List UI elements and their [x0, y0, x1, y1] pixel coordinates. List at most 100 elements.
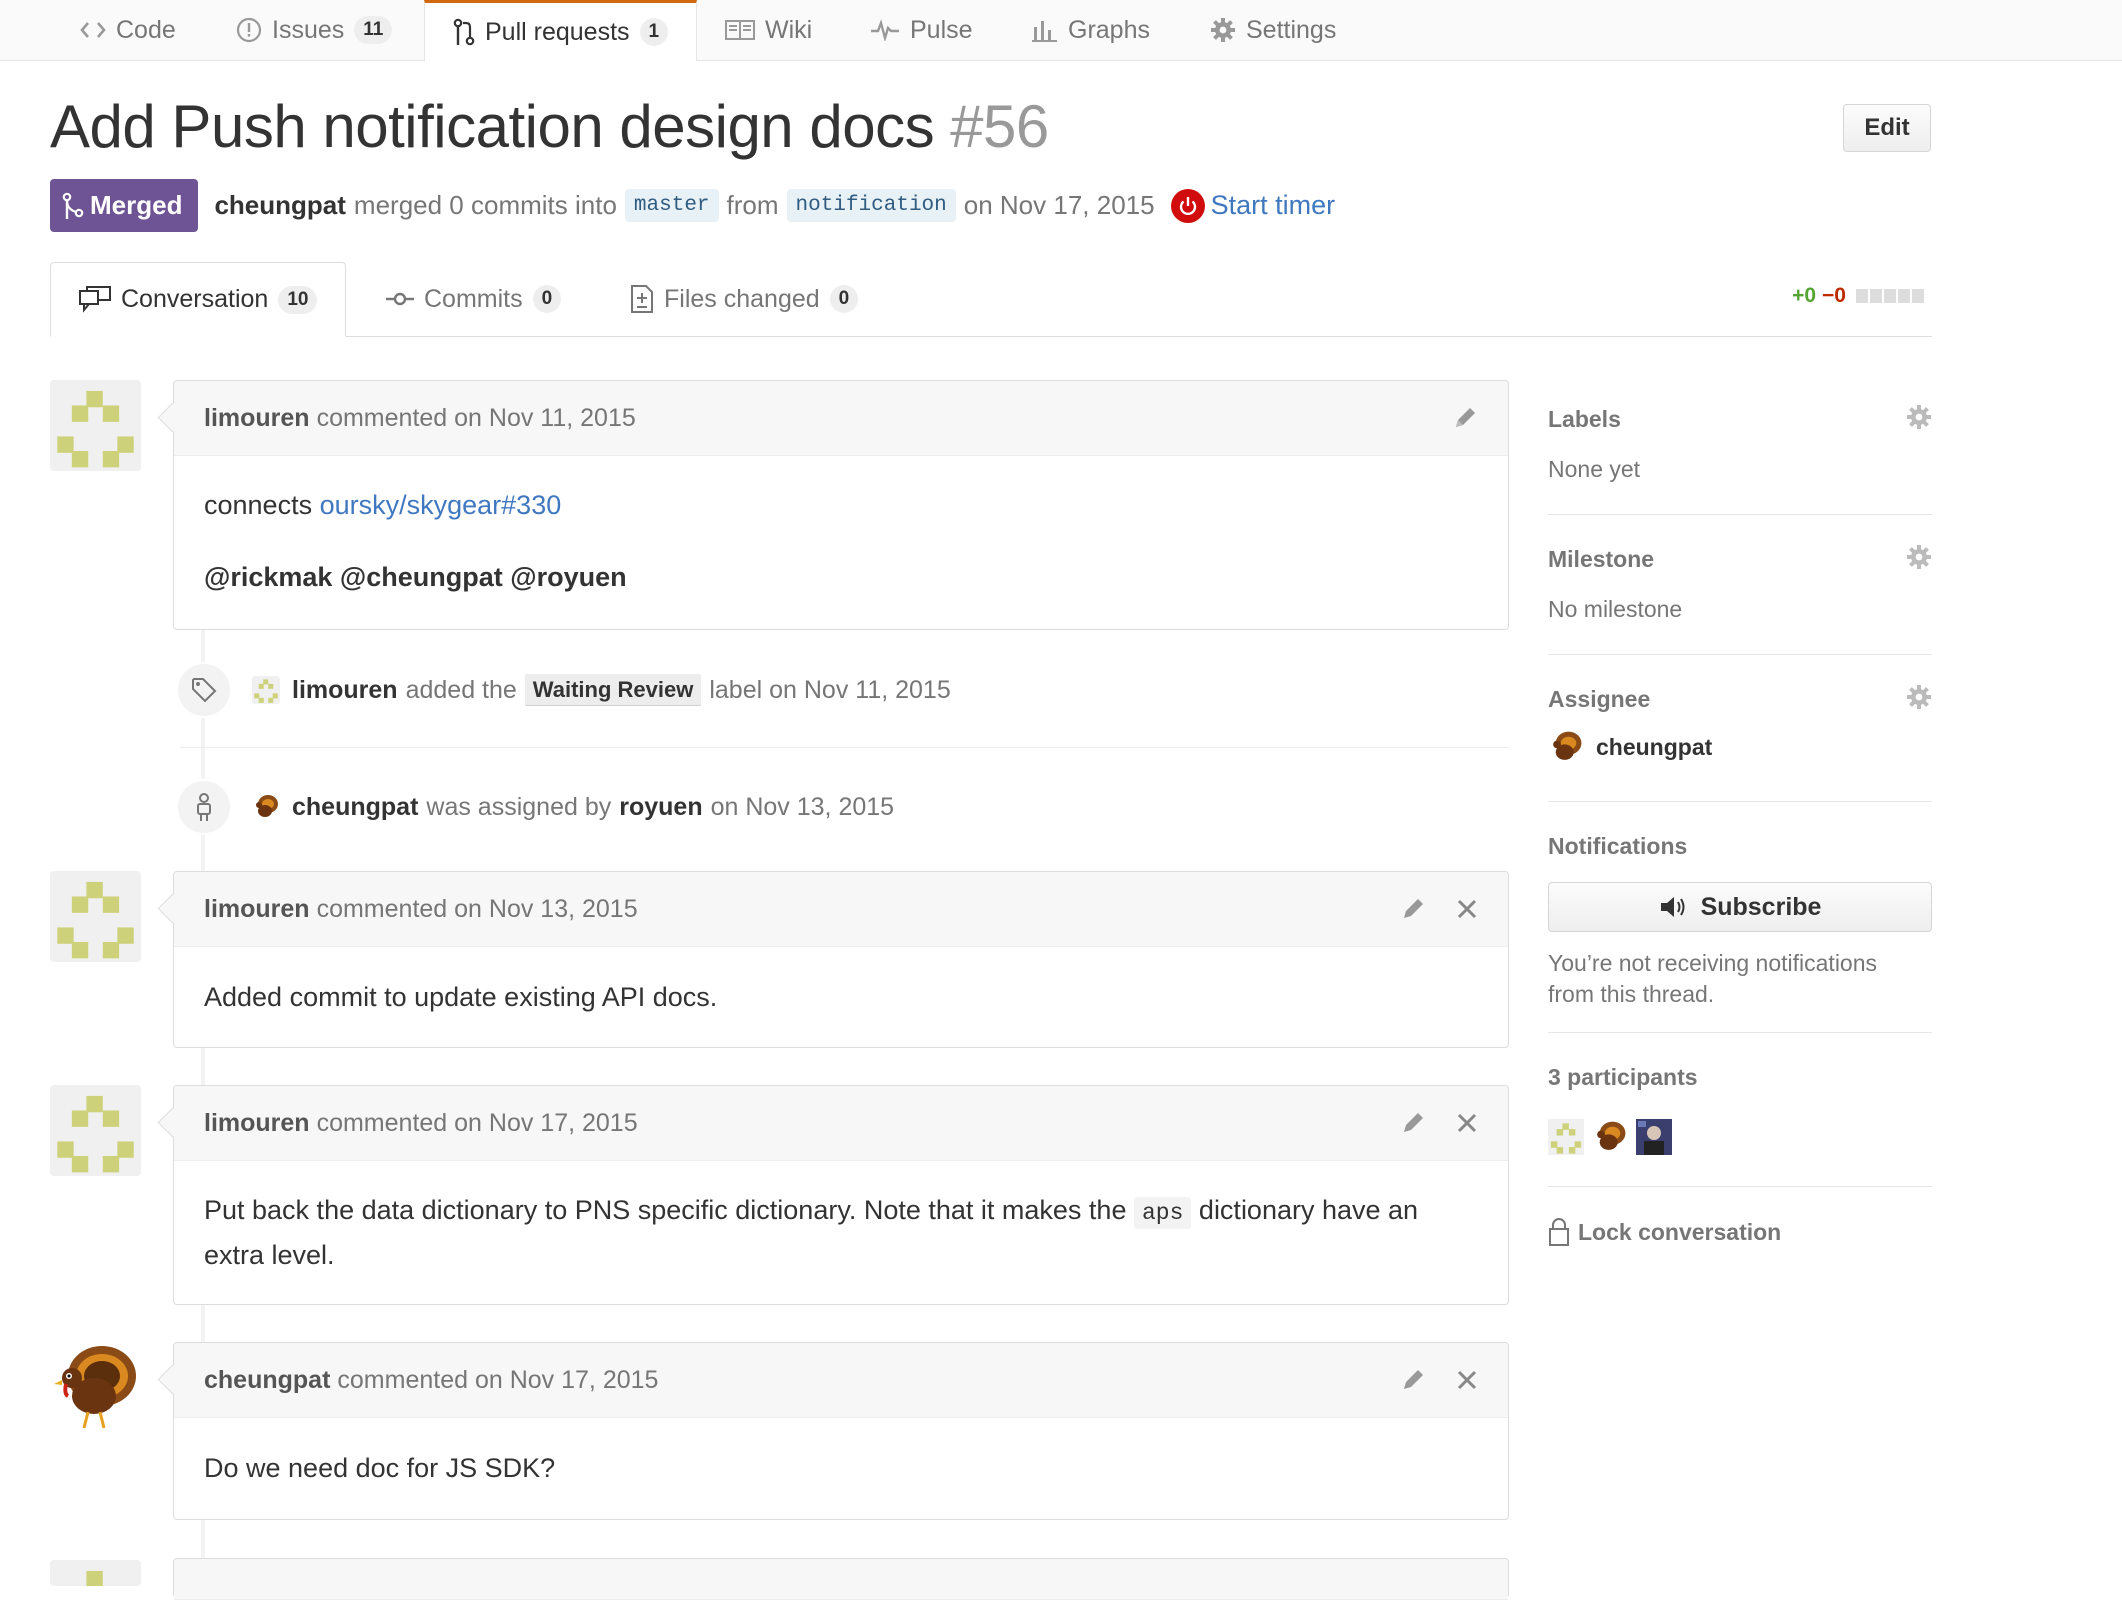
- event-text: label on Nov 11, 2015: [709, 675, 951, 704]
- pencil-icon[interactable]: [1400, 1110, 1426, 1136]
- close-icon[interactable]: [1456, 1112, 1478, 1134]
- avatar[interactable]: [50, 871, 141, 962]
- comment-body: Added commit to update existing API docs…: [174, 947, 1508, 1047]
- comment-timestamp[interactable]: commented on Nov 11, 2015: [317, 404, 636, 433]
- tab-files-changed[interactable]: Files changed 0: [630, 262, 859, 336]
- event-actor[interactable]: cheungpat: [292, 793, 418, 822]
- avatar[interactable]: [50, 380, 141, 471]
- tab-conversation-label: Conversation: [121, 285, 269, 313]
- comment-text: connects: [204, 490, 313, 520]
- comment-text: dictionary have an: [1198, 1195, 1419, 1225]
- merger-link[interactable]: cheungpat: [214, 190, 345, 221]
- pr-number: #56: [950, 93, 1049, 160]
- git-merge-icon: [62, 192, 84, 219]
- waiting-review-label[interactable]: Waiting Review: [524, 674, 702, 706]
- issues-count: 11: [354, 16, 393, 44]
- unmute-icon: [1660, 897, 1685, 917]
- close-icon[interactable]: [1456, 898, 1478, 920]
- divider: [180, 747, 1509, 748]
- commits-count: 0: [532, 285, 562, 313]
- comment-author[interactable]: limouren: [204, 1109, 310, 1138]
- comment-header: limouren commented on Nov 11, 2015: [174, 381, 1508, 456]
- pr-title-text: Add Push notification design docs: [50, 93, 935, 160]
- repo-tab-issues-label: Issues: [272, 15, 345, 44]
- identicon-limouren: [86, 1570, 103, 1586]
- git-commit-icon: [386, 291, 414, 307]
- comment-timestamp[interactable]: commented on Nov 13, 2015: [317, 895, 638, 924]
- base-branch[interactable]: master: [624, 189, 719, 222]
- comment-actions: [1370, 1343, 1478, 1417]
- issue-reference-link[interactable]: oursky/skygear#330: [320, 484, 562, 526]
- lock-icon: [1549, 1218, 1569, 1246]
- avatar[interactable]: [50, 1085, 141, 1176]
- repo-tab-code-label: Code: [116, 15, 176, 44]
- sidebar-lock: Lock conversation: [1548, 1187, 1932, 1277]
- lock-conversation-link[interactable]: Lock conversation: [1548, 1217, 1781, 1247]
- subscribe-label: Subscribe: [1700, 892, 1822, 921]
- pr-tabs: Conversation 10 Commits 0 Files changed …: [50, 262, 1932, 337]
- user-photo-avatar-icon[interactable]: [1636, 1119, 1672, 1155]
- repo-tab-graphs-label: Graphs: [1068, 15, 1150, 44]
- avatar[interactable]: [1548, 1119, 1584, 1155]
- avatar[interactable]: [252, 676, 280, 704]
- timeline-comment: limouren commented on Nov 11, 2015 conne…: [157, 380, 1509, 630]
- inline-code: aps: [1133, 1197, 1192, 1229]
- repo-tab-settings-label: Settings: [1246, 15, 1337, 44]
- repo-tab-code[interactable]: Code: [80, 0, 176, 60]
- mentions[interactable]: @rickmak @cheungpat @royuen: [204, 552, 1478, 602]
- sidebar-participants: 3 participants: [1548, 1033, 1932, 1187]
- tab-commits[interactable]: Commits 0: [386, 262, 562, 336]
- code-icon: [80, 20, 106, 40]
- start-timer-link[interactable]: Start timer: [1211, 190, 1336, 221]
- repo-tab-wiki[interactable]: Wiki: [725, 0, 812, 60]
- head-branch[interactable]: notification: [786, 189, 956, 222]
- comment-text: Do we need doc for JS SDK?: [204, 1453, 556, 1483]
- repo-tab-graphs[interactable]: Graphs: [1030, 0, 1150, 60]
- gear-icon[interactable]: [1906, 684, 1932, 715]
- comment-author[interactable]: cheungpat: [204, 1366, 330, 1395]
- turkey-avatar-icon: [54, 1346, 136, 1429]
- sidebar-labels-heading[interactable]: Labels: [1548, 406, 1621, 433]
- notifications-note-line1: You’re not receiving notifications: [1548, 950, 1878, 976]
- event-actor[interactable]: limouren: [292, 676, 398, 705]
- repo-tab-issues[interactable]: Issues 11: [236, 0, 393, 60]
- comment-author[interactable]: limouren: [204, 404, 310, 433]
- assign-event: cheungpat was assigned by royuen on Nov …: [176, 778, 894, 836]
- repo-tab-pulse[interactable]: Pulse: [870, 0, 973, 60]
- sidebar-milestone-heading[interactable]: Milestone: [1548, 546, 1654, 573]
- comment-timestamp[interactable]: commented on Nov 17, 2015: [317, 1109, 638, 1138]
- tab-commits-label: Commits: [424, 284, 523, 313]
- diffstat-additions: +0: [1792, 284, 1817, 307]
- gear-icon[interactable]: [1906, 544, 1932, 575]
- comment-body: Put back the data dictionary to PNS spec…: [174, 1161, 1508, 1276]
- pencil-icon[interactable]: [1400, 896, 1426, 922]
- repo-tab-pull-requests[interactable]: Pull requests 1: [424, 0, 698, 61]
- event-assigner[interactable]: royuen: [619, 793, 702, 822]
- event-text: on Nov 13, 2015: [710, 792, 895, 821]
- gear-icon[interactable]: [1906, 404, 1932, 435]
- pencil-icon[interactable]: [1452, 405, 1478, 431]
- turkey-avatar-icon[interactable]: [252, 793, 280, 821]
- sidebar-assignee: Assignee cheungpat: [1548, 655, 1932, 802]
- pencil-icon[interactable]: [1400, 1367, 1426, 1393]
- sidebar-participants-heading: 3 participants: [1548, 1064, 1698, 1090]
- sidebar: Labels None yet Milestone No milestone A…: [1548, 380, 1932, 1277]
- comment-author[interactable]: limouren: [204, 895, 310, 924]
- avatar[interactable]: [50, 1340, 141, 1431]
- gear-icon: [1210, 17, 1236, 43]
- repo-tab-settings[interactable]: Settings: [1210, 0, 1336, 60]
- comment-timestamp[interactable]: commented on Nov 17, 2015: [337, 1366, 658, 1395]
- close-icon[interactable]: [1456, 1369, 1478, 1391]
- identicon-limouren: [57, 1095, 134, 1173]
- timeline-comment: limouren commented on Nov 17, 2015 Put b…: [157, 1085, 1509, 1305]
- tab-conversation[interactable]: Conversation 10: [50, 262, 347, 337]
- avatar[interactable]: [50, 1560, 141, 1586]
- repo-tab-wiki-label: Wiki: [765, 15, 813, 44]
- turkey-avatar-icon[interactable]: [1592, 1119, 1628, 1155]
- sidebar-assignee-heading[interactable]: Assignee: [1548, 686, 1650, 713]
- assignee-entry[interactable]: cheungpat: [1548, 729, 1712, 765]
- edit-button[interactable]: Edit: [1843, 104, 1931, 152]
- subscribe-button[interactable]: Subscribe: [1548, 882, 1932, 932]
- merge-date: on Nov 17, 2015: [963, 190, 1155, 220]
- issue-opened-icon: [236, 17, 262, 43]
